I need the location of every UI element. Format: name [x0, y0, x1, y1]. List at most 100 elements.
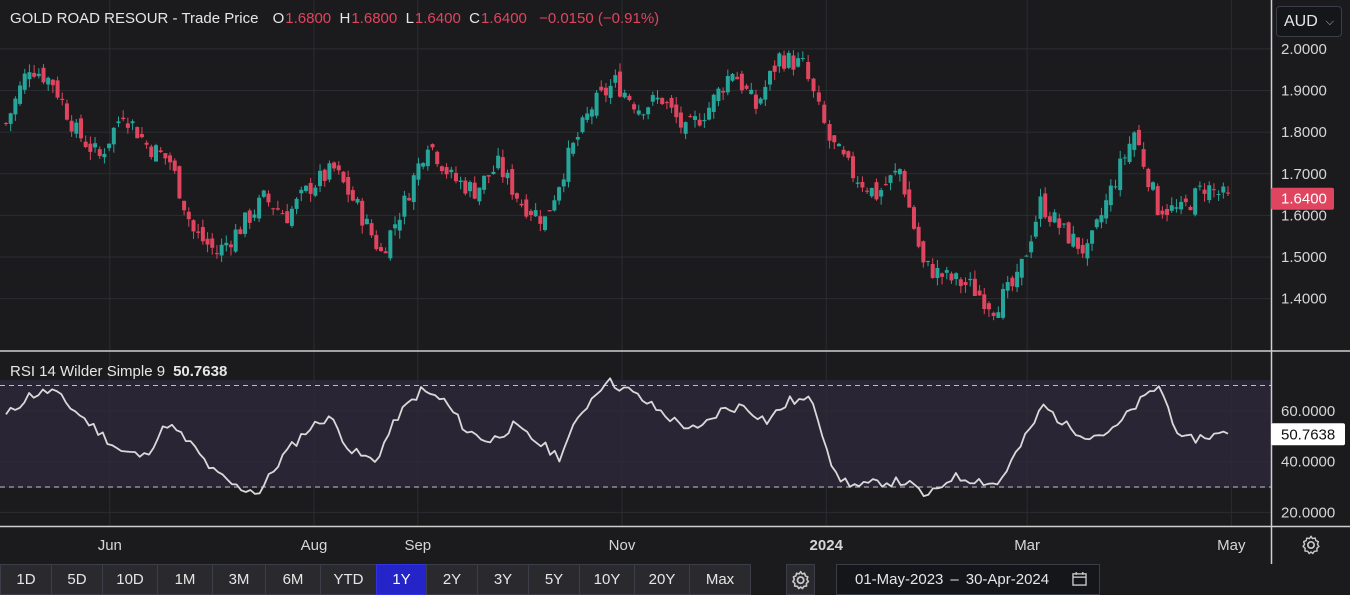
range-button-10y[interactable]: 10Y: [579, 564, 635, 595]
candle-body: [749, 89, 754, 95]
candle-body: [930, 263, 935, 278]
candle-body: [210, 238, 215, 248]
candle-body: [369, 223, 374, 236]
candle-body: [22, 73, 27, 90]
candle-body: [1047, 216, 1052, 222]
candle-body: [641, 114, 646, 116]
range-button-5d[interactable]: 5D: [51, 564, 103, 595]
rsi-tick-label: 20.0000: [1281, 504, 1335, 521]
candle-body: [954, 273, 959, 280]
range-button-1m[interactable]: 1M: [157, 564, 213, 595]
range-button-max[interactable]: Max: [689, 564, 751, 595]
candle-body: [182, 200, 187, 211]
candle-body: [1141, 149, 1146, 167]
range-button-3y[interactable]: 3Y: [477, 564, 529, 595]
candle-body: [402, 195, 407, 217]
candle-body: [271, 208, 276, 210]
candle-body: [186, 211, 191, 220]
candle-body: [524, 199, 529, 217]
candle-body: [702, 120, 707, 122]
candle-body: [693, 116, 698, 120]
range-button-10d[interactable]: 10D: [102, 564, 158, 595]
candle-body: [533, 210, 538, 217]
candle-body: [496, 155, 501, 169]
candle-body: [205, 238, 210, 245]
candle-body: [13, 98, 18, 115]
candle-body: [416, 163, 421, 180]
candle-body: [233, 229, 238, 252]
candle-body: [1151, 182, 1156, 190]
range-button-2y[interactable]: 2Y: [426, 564, 478, 595]
candle-body: [949, 273, 954, 281]
candle-body: [744, 85, 749, 89]
candle-body: [1071, 233, 1076, 247]
range-button-6m[interactable]: 6M: [265, 564, 321, 595]
candle-body: [1211, 189, 1216, 191]
candle-body: [725, 76, 730, 93]
date-range-separator: –: [950, 571, 959, 588]
candle-body: [472, 182, 477, 199]
candle-body: [664, 102, 669, 104]
candle-body: [168, 155, 173, 163]
candle-body: [139, 134, 144, 138]
candle-body: [763, 86, 768, 100]
candle-body: [299, 189, 304, 194]
candle-body: [125, 123, 130, 128]
candle-body: [153, 145, 158, 162]
candle-body: [1061, 223, 1066, 225]
candle-body: [613, 75, 618, 83]
range-button-1y[interactable]: 1Y: [376, 564, 427, 595]
candle-body: [1179, 201, 1184, 210]
date-range-picker[interactable]: 01-May-2023–30-Apr-2024: [836, 564, 1100, 595]
candle-body: [1169, 205, 1174, 211]
candle-body: [219, 244, 224, 256]
candle-body: [865, 190, 870, 192]
candle-body: [1005, 282, 1010, 291]
candle-body: [275, 208, 280, 210]
candle-body: [214, 253, 219, 255]
high-value: 1.6800: [351, 10, 398, 27]
candle-body: [510, 169, 515, 195]
chevron-down-icon: ⌵: [1325, 16, 1334, 28]
currency-select[interactable]: AUD ⌵: [1276, 6, 1342, 37]
candle-body: [860, 181, 865, 188]
candle-body: [816, 92, 821, 102]
candle-body: [585, 113, 590, 120]
time-tick-label: Jun: [98, 537, 122, 554]
candle-body: [1165, 208, 1170, 215]
range-button-1d[interactable]: 1D: [0, 564, 52, 595]
candle-body: [303, 185, 308, 191]
candle-body: [707, 107, 712, 120]
rsi-last-label: 50.7638: [1281, 426, 1335, 443]
axis-settings-icon[interactable]: [1300, 534, 1322, 556]
candle-body: [130, 121, 135, 124]
candle-body: [1188, 206, 1193, 211]
candle-body: [982, 294, 987, 309]
candle-body: [463, 180, 468, 194]
candle-body: [1094, 219, 1099, 228]
candle-body: [294, 198, 299, 209]
candle-body: [697, 119, 702, 126]
candle-body: [69, 120, 74, 132]
candle-body: [289, 208, 294, 226]
candle-body: [172, 160, 177, 171]
rsi-band: [0, 380, 1271, 488]
candle-body: [1113, 186, 1118, 188]
candle-body: [1033, 221, 1038, 237]
candle-body: [411, 175, 416, 203]
candle-body: [806, 62, 811, 80]
range-button-5y[interactable]: 5Y: [528, 564, 580, 595]
close-label: C: [469, 10, 480, 27]
candle-body: [1076, 237, 1081, 249]
candle-body: [393, 224, 398, 229]
candle-body: [603, 87, 608, 96]
candle-body: [1038, 196, 1043, 219]
candle-body: [1104, 200, 1109, 219]
range-button-20y[interactable]: 20Y: [634, 564, 690, 595]
range-button-ytd[interactable]: YTD: [320, 564, 377, 595]
range-button-3m[interactable]: 3M: [212, 564, 266, 595]
candle-body: [538, 216, 543, 224]
candle-body: [636, 110, 641, 115]
toolbar-settings-button[interactable]: [786, 564, 815, 595]
candle-body: [716, 88, 721, 101]
